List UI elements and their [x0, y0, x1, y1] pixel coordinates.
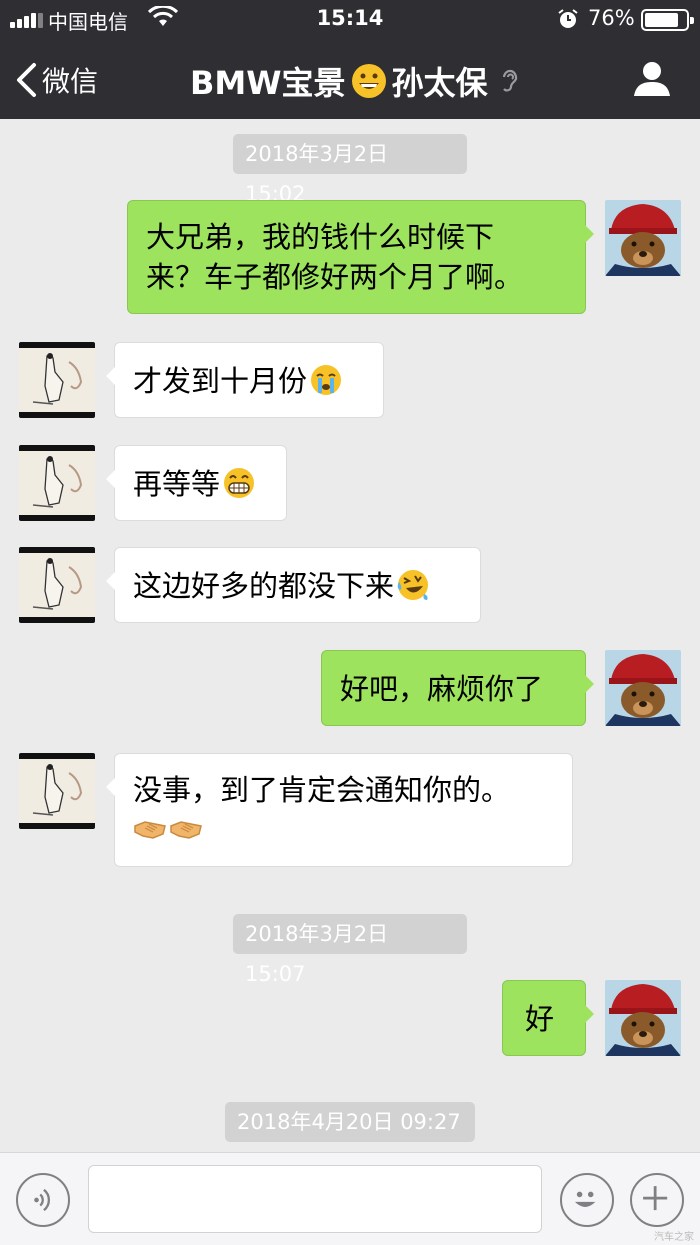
back-label: 微信	[42, 65, 99, 98]
chat-title-part2: 孙太保	[391, 64, 488, 102]
bear-avatar-icon	[605, 980, 681, 1056]
laughing-tears-face-icon	[397, 570, 429, 600]
crying-face-icon	[311, 365, 342, 395]
message-text: 再等等	[133, 467, 221, 501]
grinning-face-icon	[224, 468, 255, 498]
handshake-icon	[134, 821, 166, 839]
my-avatar[interactable]	[605, 980, 681, 1056]
message-line: 大兄弟，我的钱什么时候下	[146, 220, 495, 254]
contact-avatar[interactable]	[19, 342, 95, 418]
other-message-bubble[interactable]: 再等等	[106, 445, 287, 521]
message-text: 这边好多的都没下来	[133, 569, 395, 603]
timestamp: 2018年4月20日 09:27	[225, 1102, 475, 1142]
voice-button[interactable]	[16, 1173, 70, 1227]
my-avatar[interactable]	[605, 650, 681, 726]
smiley-icon	[574, 1191, 596, 1207]
voice-icon	[34, 1188, 51, 1212]
message-text: 才发到十月份	[133, 364, 308, 398]
battery-percent: 76%	[588, 6, 635, 30]
my-message-bubble[interactable]: 好吧，麻烦你了	[321, 650, 594, 726]
message-text: 没事，到了肯定会通知你的。	[133, 773, 511, 807]
back-button[interactable]: 微信	[14, 58, 98, 102]
battery-icon	[641, 9, 694, 31]
ink-painting-avatar-icon	[19, 547, 95, 623]
emoji-button[interactable]	[560, 1173, 614, 1227]
emoji-row	[133, 810, 554, 850]
timestamp: 2018年3月2日 15:02	[233, 134, 467, 206]
message-text: 好	[525, 1002, 555, 1036]
contact-avatar[interactable]	[19, 753, 95, 829]
other-message-bubble[interactable]: 没事，到了肯定会通知你的。	[106, 753, 573, 867]
my-message-bubble[interactable]: 大兄弟，我的钱什么时候下 来？车子都修好两个月了啊。	[127, 200, 594, 314]
contact-avatar[interactable]	[19, 547, 95, 623]
ink-painting-avatar-icon	[19, 753, 95, 829]
grinning-face-icon	[351, 64, 386, 98]
chat-title-part1: BMW宝景	[190, 64, 346, 102]
bear-avatar-icon	[605, 200, 681, 276]
ear-mute-icon	[502, 69, 517, 92]
message-input[interactable]	[88, 1165, 542, 1233]
top-bar: 中国电信 15:14 76% 微信 BMW宝景 孙太保	[0, 0, 700, 119]
chevron-left-icon	[17, 63, 36, 97]
message-line: 来？车子都修好两个月了啊。	[146, 260, 524, 294]
chat-title: BMW宝景 孙太保	[190, 58, 520, 104]
handshake-icon	[170, 821, 202, 839]
bear-avatar-icon	[605, 650, 681, 726]
my-message-bubble[interactable]: 好	[502, 980, 594, 1056]
profile-icon[interactable]	[632, 58, 672, 98]
nav-bar: 微信 BMW宝景 孙太保	[0, 38, 700, 119]
status-bar: 中国电信 15:14 76%	[0, 0, 700, 38]
other-message-bubble[interactable]: 这边好多的都没下来	[106, 547, 481, 623]
input-bar: 汽车之家	[0, 1152, 700, 1245]
timestamp: 2018年3月2日 15:07	[233, 914, 467, 986]
plus-icon	[643, 1186, 668, 1211]
more-button[interactable]	[630, 1173, 684, 1227]
my-avatar[interactable]	[605, 200, 681, 276]
contact-avatar[interactable]	[19, 445, 95, 521]
alarm-icon	[558, 9, 578, 28]
ink-painting-avatar-icon	[19, 445, 95, 521]
message-text: 好吧，麻烦你了	[340, 672, 544, 706]
other-message-bubble[interactable]: 才发到十月份	[106, 342, 384, 418]
watermark: 汽车之家	[654, 1232, 694, 1243]
ink-painting-avatar-icon	[19, 342, 95, 418]
